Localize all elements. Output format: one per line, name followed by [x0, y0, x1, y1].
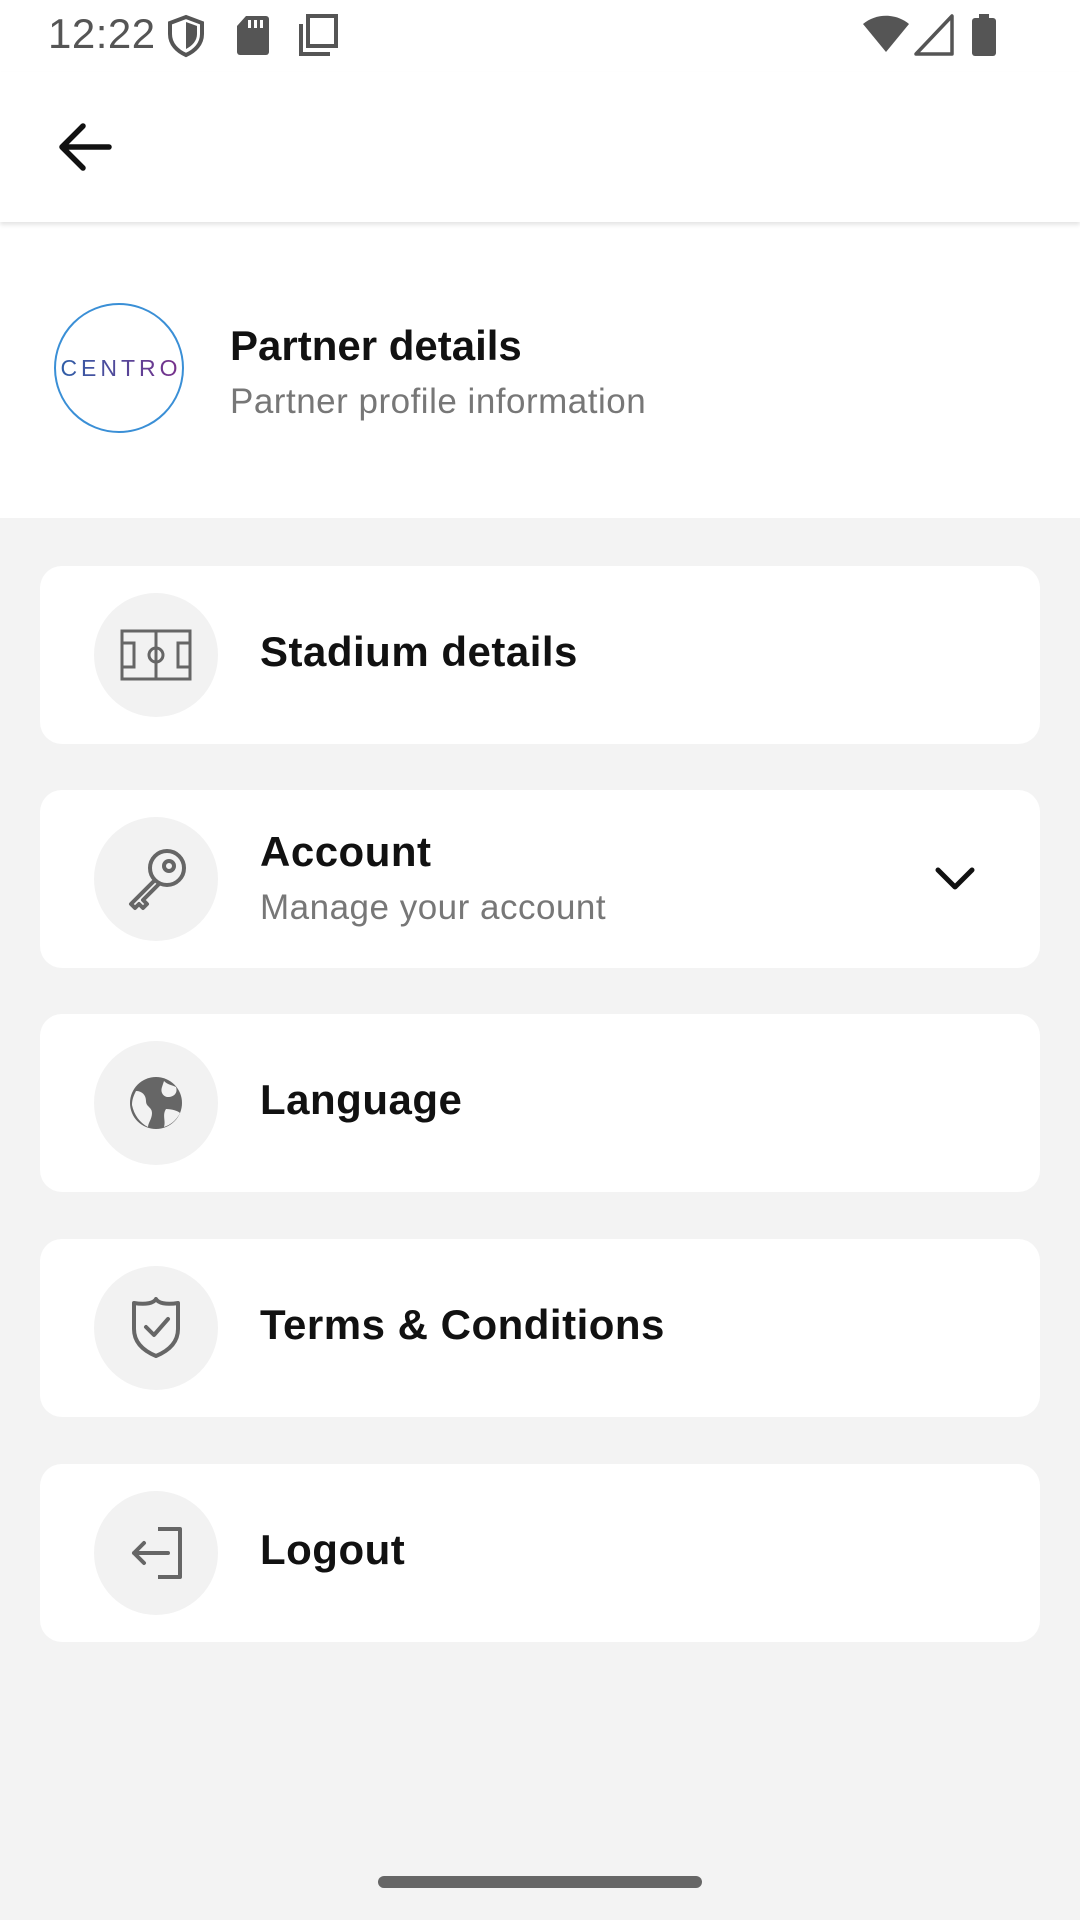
menu-item-subtitle: Manage your account: [260, 888, 607, 927]
stadium-icon-wrap: [94, 593, 218, 717]
menu-item-stadium-details[interactable]: Stadium details: [40, 566, 1040, 744]
logout-icon: [132, 1527, 182, 1579]
home-indicator[interactable]: [378, 1876, 702, 1888]
partner-subtitle: Partner profile information: [230, 382, 647, 421]
sd-card-icon: [236, 14, 270, 61]
menu-item-terms-conditions[interactable]: Terms & Conditions: [40, 1239, 1040, 1417]
key-icon: [129, 849, 186, 910]
menu-item-logout[interactable]: Logout: [40, 1464, 1040, 1642]
arrow-left-icon: [59, 123, 112, 171]
cellular-signal-icon: [914, 14, 954, 61]
partner-logo: CENTRO: [54, 303, 184, 433]
settings-screen: 12:22 CENTRO Partner details Partner pro…: [0, 0, 1080, 1920]
stadium-icon: [120, 629, 192, 681]
menu-item-account[interactable]: Account Manage your account: [40, 790, 1040, 968]
logout-icon-wrap: [94, 1491, 218, 1615]
copy-icon: [298, 14, 338, 61]
partner-title: Partner details: [230, 322, 522, 369]
menu-item-label: Language: [260, 1076, 463, 1123]
app-bar: [0, 72, 1080, 222]
chevron-down-icon: [935, 867, 975, 890]
menu-item-label: Terms & Conditions: [260, 1301, 665, 1348]
shield-check-icon-wrap: [94, 1266, 218, 1390]
shield-icon: [166, 14, 206, 63]
partner-logo-text: CENTRO: [60, 354, 182, 381]
status-time: 12:22: [48, 10, 156, 57]
battery-icon: [970, 14, 998, 61]
menu-item-language[interactable]: Language: [40, 1014, 1040, 1192]
shield-check-icon: [132, 1297, 180, 1358]
menu-item-label: Account: [260, 828, 432, 875]
globe-icon-wrap: [94, 1041, 218, 1165]
globe-icon: [130, 1077, 182, 1129]
partner-header[interactable]: CENTRO Partner details Partner profile i…: [0, 222, 1080, 518]
menu-item-label: Stadium details: [260, 628, 578, 675]
key-icon-wrap: [94, 817, 218, 941]
expand-account-button[interactable]: [930, 854, 980, 904]
back-button[interactable]: [40, 112, 130, 182]
wifi-icon: [862, 14, 910, 59]
status-bar: 12:22: [0, 0, 1080, 72]
menu-item-label: Logout: [260, 1526, 406, 1573]
